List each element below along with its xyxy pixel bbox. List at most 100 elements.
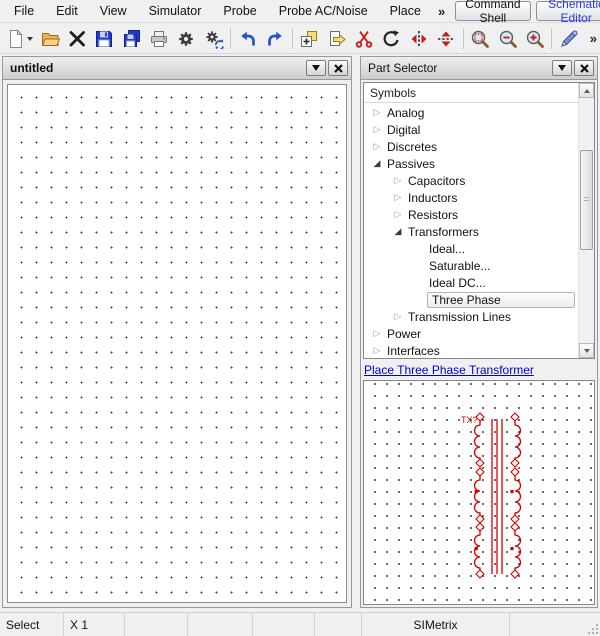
- tree-item-analog[interactable]: ▷Analog: [364, 104, 578, 121]
- tree-item-label: Capacitors: [406, 174, 465, 188]
- new-schematic-button[interactable]: [3, 25, 36, 52]
- menu-edit[interactable]: Edit: [45, 1, 89, 22]
- part-selector-panel: Part Selector Symbols ▷Analog▷Digital▷Di…: [360, 56, 598, 608]
- expand-arrow-icon[interactable]: ▷: [369, 325, 385, 342]
- zoom-in-button[interactable]: [521, 25, 548, 52]
- tree-item-label: Passives: [385, 157, 435, 171]
- menubar: FileEditViewSimulatorProbeProbe AC/Noise…: [0, 0, 600, 23]
- scroll-up-button[interactable]: [579, 83, 594, 98]
- part-selector-title: Part Selector: [368, 61, 550, 75]
- tree-item-discretes[interactable]: ▷Discretes: [364, 138, 578, 155]
- undo-icon: [238, 29, 258, 49]
- draw-wire-pencil-button[interactable]: [555, 25, 582, 52]
- rotate-button[interactable]: [378, 25, 405, 52]
- toolbar: »: [0, 24, 600, 54]
- print-button[interactable]: [145, 25, 172, 52]
- chevron-down-icon: [27, 37, 33, 41]
- settings-refresh-gear-button[interactable]: [200, 25, 227, 52]
- expand-arrow-icon[interactable]: ▷: [390, 189, 406, 206]
- status-cell-empty: [125, 613, 188, 636]
- action-link-row: Place Three Phase Transformer: [363, 359, 595, 380]
- status-cell-empty: [315, 613, 362, 636]
- paste-page-button[interactable]: [323, 25, 350, 52]
- zoom-out-button[interactable]: [494, 25, 521, 52]
- flip-vertical-button[interactable]: [432, 25, 459, 52]
- tree-item-digital[interactable]: ▷Digital: [364, 121, 578, 138]
- status-mode: Select: [0, 613, 64, 636]
- menu-view[interactable]: View: [89, 1, 138, 22]
- close-sheet-icon: [67, 29, 87, 49]
- expand-arrow-icon[interactable]: ▷: [390, 172, 406, 189]
- open-file-button[interactable]: [36, 25, 63, 52]
- expand-arrow-icon[interactable]: ▷: [369, 104, 385, 121]
- menu-overflow-chevron[interactable]: »: [432, 4, 451, 19]
- tree-item-ideal[interactable]: Ideal...: [364, 240, 578, 257]
- zoom-area-button[interactable]: [467, 25, 494, 52]
- menu-simulator[interactable]: Simulator: [138, 1, 213, 22]
- schematic-close-button[interactable]: [328, 60, 348, 76]
- close-icon: [580, 64, 589, 73]
- copy-add-page-button[interactable]: [296, 25, 323, 52]
- expand-arrow-icon[interactable]: ▷: [369, 121, 385, 138]
- undo-button[interactable]: [234, 25, 261, 52]
- save-button[interactable]: [91, 25, 118, 52]
- toolbar-overflow-chevron[interactable]: »: [590, 31, 597, 46]
- print-icon: [149, 29, 169, 49]
- tree-item-transmission-lines[interactable]: ▷Transmission Lines: [364, 308, 578, 325]
- settings-gear-button[interactable]: [173, 25, 200, 52]
- command-shell-button[interactable]: Command Shell: [455, 1, 530, 21]
- statusbar: Select X 1 SIMetrix: [0, 612, 600, 636]
- toolbar-separator: [230, 28, 231, 49]
- schematic-editor-button[interactable]: Schematic Editor: [536, 1, 600, 21]
- tree-item-saturable[interactable]: Saturable...: [364, 257, 578, 274]
- tree-item-interfaces[interactable]: ▷Interfaces: [364, 342, 578, 359]
- tree-item-transformers[interactable]: ◢Transformers: [364, 223, 578, 240]
- expand-arrow-icon[interactable]: ▷: [369, 138, 385, 155]
- panel-splitter[interactable]: [352, 56, 360, 608]
- schematic-titlebar: untitled: [3, 57, 351, 80]
- menu-place[interactable]: Place: [379, 1, 432, 22]
- tree-item-three-phase[interactable]: Three Phase: [364, 291, 578, 308]
- menu-probe-ac-noise[interactable]: Probe AC/Noise: [268, 1, 379, 22]
- open-file-icon: [40, 29, 60, 49]
- expand-arrow-icon[interactable]: ▷: [390, 308, 406, 325]
- cut-scissors-button[interactable]: [350, 25, 377, 52]
- schematic-canvas[interactable]: [7, 84, 347, 603]
- tree-scrollbar[interactable]: [578, 83, 594, 358]
- mirror-horizontal-button[interactable]: [405, 25, 432, 52]
- place-part-link[interactable]: Place Three Phase Transformer: [364, 363, 534, 377]
- app-window: FileEditViewSimulatorProbeProbe AC/Noise…: [0, 0, 600, 636]
- save-icon: [94, 29, 114, 49]
- selected-item-highlight: Three Phase: [427, 292, 575, 308]
- tree-item-capacitors[interactable]: ▷Capacitors: [364, 172, 578, 189]
- three-phase-transformer-symbol: TX?: [364, 381, 595, 603]
- tree-item-label: Ideal...: [427, 242, 465, 256]
- part-selector-menu-button[interactable]: [552, 60, 572, 76]
- menu-probe[interactable]: Probe: [212, 1, 267, 22]
- toolbar-separator: [463, 28, 464, 49]
- schematic-menu-button[interactable]: [306, 60, 326, 76]
- flip-vertical-icon: [436, 29, 456, 49]
- scroll-down-button[interactable]: [579, 343, 594, 358]
- scrollbar-thumb[interactable]: [580, 150, 593, 250]
- close-sheet-button[interactable]: [63, 25, 90, 52]
- tree-item-inductors[interactable]: ▷Inductors: [364, 189, 578, 206]
- save-all-button[interactable]: [118, 25, 145, 52]
- expand-arrow-icon[interactable]: ▷: [390, 206, 406, 223]
- tree-item-ideal-dc[interactable]: Ideal DC...: [364, 274, 578, 291]
- mirror-horizontal-icon: [409, 29, 429, 49]
- tree-rows: ▷Analog▷Digital▷Discretes◢Passives▷Capac…: [364, 104, 578, 358]
- status-zoom-factor: X 1: [64, 613, 125, 636]
- tree-item-resistors[interactable]: ▷Resistors: [364, 206, 578, 223]
- menu-file[interactable]: File: [3, 1, 45, 22]
- zoom-area-icon: [470, 29, 490, 49]
- expand-arrow-icon[interactable]: ▷: [369, 342, 385, 359]
- resize-grip-icon[interactable]: [587, 623, 599, 635]
- tree-item-passives[interactable]: ◢Passives: [364, 155, 578, 172]
- redo-button[interactable]: [262, 25, 289, 52]
- part-selector-close-button[interactable]: [574, 60, 594, 76]
- collapse-arrow-icon[interactable]: ◢: [390, 223, 406, 240]
- tree-item-power[interactable]: ▷Power: [364, 325, 578, 342]
- tree-item-label: Inductors: [406, 191, 457, 205]
- collapse-arrow-icon[interactable]: ◢: [369, 155, 385, 172]
